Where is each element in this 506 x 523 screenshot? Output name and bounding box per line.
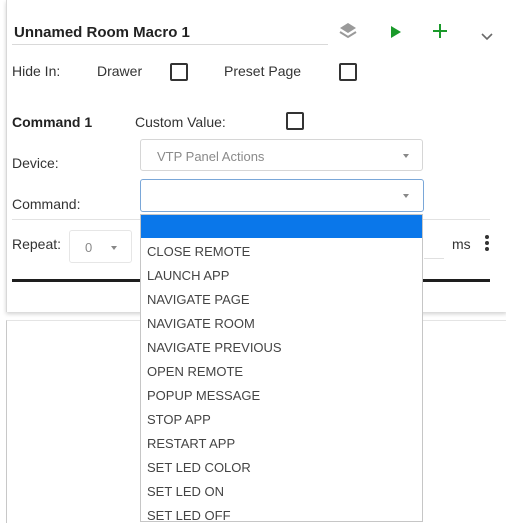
repeat-select[interactable]: 0 xyxy=(69,230,132,263)
more-vert-icon[interactable] xyxy=(484,234,490,257)
dropdown-selected-empty-option[interactable] xyxy=(141,215,422,238)
dropdown-option[interactable]: RESTART APP xyxy=(147,436,235,451)
macro-title[interactable]: Unnamed Room Macro 1 xyxy=(14,24,190,41)
dropdown-option[interactable]: NAVIGATE PAGE xyxy=(147,292,250,307)
command-select-caret-icon xyxy=(403,194,409,198)
drawer-checkbox[interactable] xyxy=(170,63,188,81)
dropdown-option[interactable]: CLOSE REMOTE xyxy=(147,244,250,259)
command-select[interactable] xyxy=(140,179,424,212)
device-select-caret-icon xyxy=(403,154,409,158)
command-heading: Command 1 xyxy=(12,114,93,130)
layers-icon[interactable] xyxy=(339,22,357,45)
dropdown-option[interactable]: STOP APP xyxy=(147,412,211,427)
preset-page-label: Preset Page xyxy=(224,63,302,79)
device-label: Device: xyxy=(12,155,59,171)
dropdown-option[interactable]: NAVIGATE ROOM xyxy=(147,316,255,331)
ms-label: ms xyxy=(452,236,471,252)
custom-value-checkbox[interactable] xyxy=(286,112,304,130)
delay-input-underline xyxy=(424,258,444,259)
chevron-down-icon[interactable] xyxy=(481,28,493,46)
command-dropdown-list: CLOSE REMOTE LAUNCH APP NAVIGATE PAGE NAVIG… xyxy=(140,214,423,522)
custom-value-label: Custom Value: xyxy=(135,114,226,130)
dropdown-option[interactable]: LAUNCH APP xyxy=(147,268,229,283)
device-select[interactable]: VTP Panel Actions xyxy=(140,139,423,171)
command-label: Command: xyxy=(12,196,81,212)
dropdown-option[interactable]: NAVIGATE PREVIOUS xyxy=(147,340,282,355)
repeat-label: Repeat: xyxy=(12,236,62,252)
repeat-select-value: 0 xyxy=(85,240,93,255)
preset-page-checkbox[interactable] xyxy=(339,63,357,81)
dropdown-option[interactable]: SET LED ON xyxy=(147,484,224,499)
repeat-select-caret-icon xyxy=(111,246,117,250)
plus-icon[interactable] xyxy=(432,23,448,44)
dropdown-option[interactable]: OPEN REMOTE xyxy=(147,364,243,379)
device-select-value: VTP Panel Actions xyxy=(157,149,265,164)
play-icon[interactable] xyxy=(390,25,402,44)
hide-in-label: Hide In: xyxy=(12,63,61,79)
dropdown-option[interactable]: SET LED COLOR xyxy=(147,460,251,475)
dropdown-option[interactable]: SET LED OFF xyxy=(147,508,231,521)
title-underline xyxy=(12,44,328,45)
dropdown-option[interactable]: POPUP MESSAGE xyxy=(147,388,260,403)
drawer-label: Drawer xyxy=(97,63,143,79)
